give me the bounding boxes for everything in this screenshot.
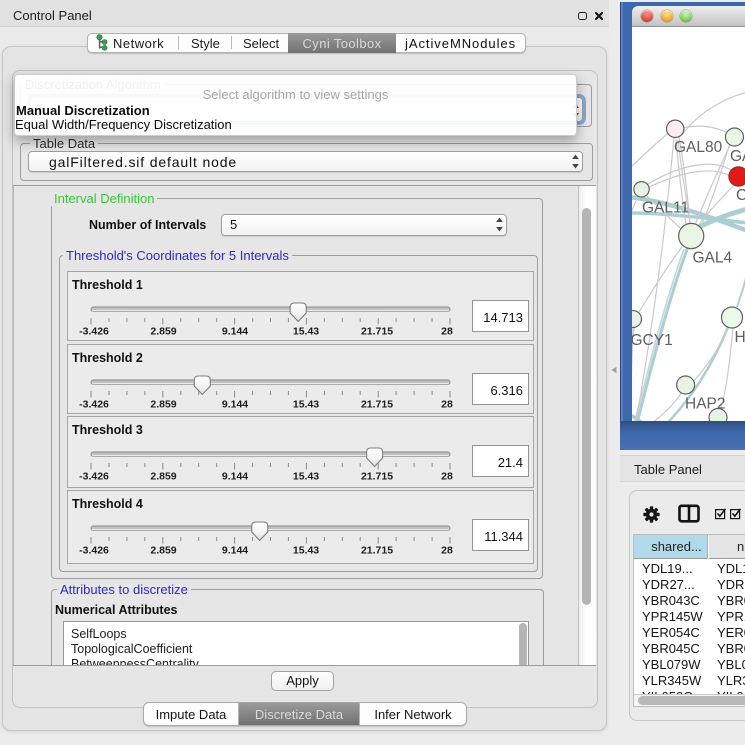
svg-text:-3.426: -3.426	[79, 471, 109, 483]
svg-text:9.144: 9.144	[222, 399, 248, 411]
svg-text:H: H	[735, 329, 745, 346]
svg-text:C: C	[736, 187, 745, 204]
svg-text:2.859: 2.859	[150, 399, 176, 411]
svg-text:15.43: 15.43	[293, 545, 319, 557]
svg-text:GAL4: GAL4	[693, 250, 733, 267]
svg-text:21.715: 21.715	[361, 326, 393, 338]
svg-text:9.144: 9.144	[222, 326, 248, 338]
svg-text:28: 28	[441, 399, 453, 411]
svg-text:-3.426: -3.426	[79, 399, 109, 411]
svg-text:-3.426: -3.426	[79, 545, 109, 557]
svg-text:15.43: 15.43	[293, 399, 319, 411]
svg-text:15.43: 15.43	[293, 326, 319, 338]
svg-text:21.715: 21.715	[361, 471, 393, 483]
svg-text:2.859: 2.859	[150, 471, 176, 483]
svg-text:21.715: 21.715	[361, 399, 393, 411]
svg-text:HAP2: HAP2	[685, 396, 726, 413]
svg-text:28: 28	[441, 545, 453, 557]
svg-text:9.144: 9.144	[222, 545, 248, 557]
svg-text:9.144: 9.144	[222, 471, 248, 483]
svg-text:28: 28	[441, 471, 453, 483]
svg-text:-3.426: -3.426	[79, 326, 109, 338]
svg-text:15.43: 15.43	[293, 471, 319, 483]
svg-text:GAL11: GAL11	[642, 200, 689, 217]
svg-text:GCY1: GCY1	[632, 332, 673, 349]
svg-text:21.715: 21.715	[361, 545, 393, 557]
svg-text:GAL80: GAL80	[674, 139, 723, 156]
svg-text:2.859: 2.859	[150, 326, 176, 338]
svg-text:28: 28	[441, 326, 453, 338]
svg-text:2.859: 2.859	[150, 545, 176, 557]
svg-text:GA: GA	[730, 148, 745, 165]
